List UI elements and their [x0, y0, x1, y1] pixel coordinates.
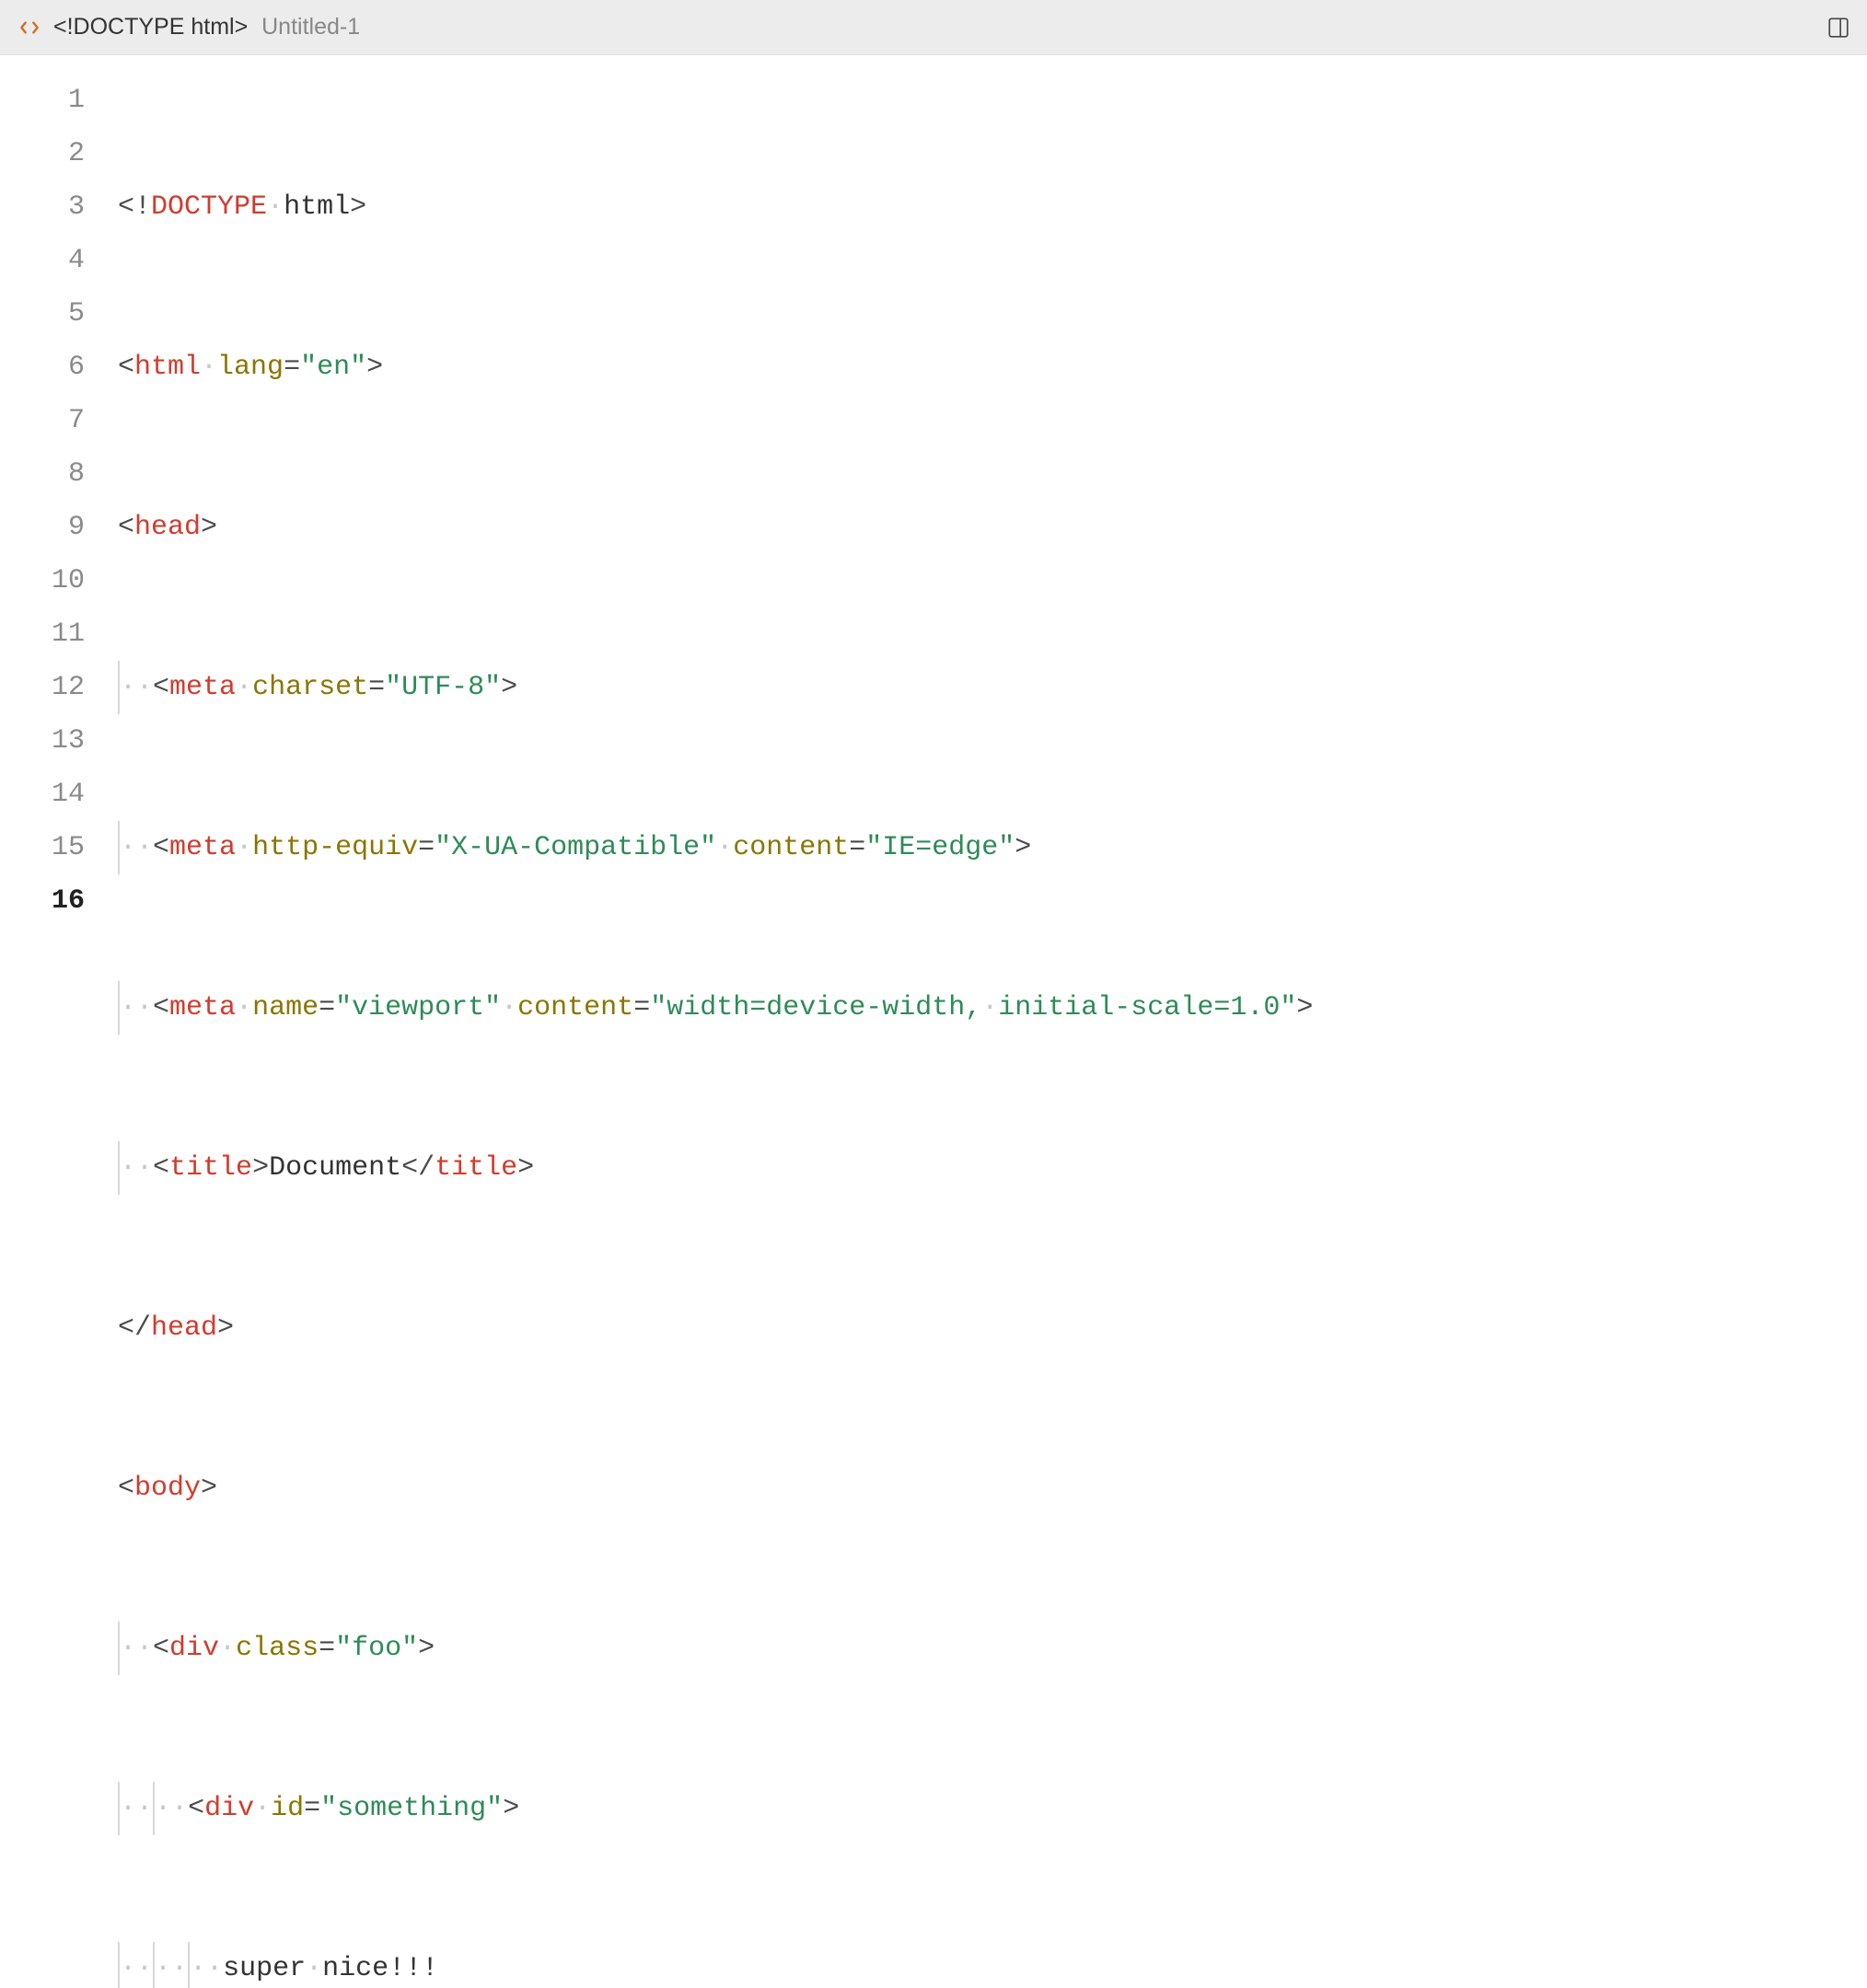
code-line[interactable]: <body>	[118, 1462, 1867, 1515]
code-line[interactable]: ··<meta·http-equiv="X-UA-Compatible"·con…	[118, 821, 1867, 874]
line-number: 9	[0, 501, 85, 554]
tab-doctype-label: <!DOCTYPE html>	[53, 14, 248, 40]
code-line[interactable]: ··<meta·charset="UTF-8">	[118, 661, 1867, 714]
line-number: 3	[0, 180, 85, 234]
line-number: 1	[0, 74, 85, 127]
code-editor[interactable]: 1 2 3 4 5 6 7 8 9 10 11 12 13 14 15 16 <…	[0, 55, 1867, 1988]
line-number: 7	[0, 394, 85, 447]
code-line[interactable]: <!DOCTYPE·html>	[118, 180, 1867, 234]
editor-tab-bar: <!DOCTYPE html> Untitled-1	[0, 0, 1867, 55]
split-editor-icon[interactable]	[1826, 16, 1850, 40]
line-number: 6	[0, 341, 85, 394]
line-number: 12	[0, 661, 85, 714]
code-line[interactable]: </head>	[118, 1301, 1867, 1355]
code-line[interactable]: ··<meta·name="viewport"·content="width=d…	[118, 981, 1867, 1034]
code-line[interactable]: ····<div·id="something">	[118, 1782, 1867, 1835]
line-number: 10	[0, 554, 85, 607]
code-line[interactable]: <head>	[118, 501, 1867, 554]
code-line[interactable]: ······super·nice!!!	[118, 1942, 1867, 1988]
line-number: 14	[0, 768, 85, 821]
code-line[interactable]: ··<div·class="foo">	[118, 1622, 1867, 1675]
active-tab[interactable]: <!DOCTYPE html> Untitled-1	[17, 14, 360, 40]
code-line[interactable]: <html·lang="en">	[118, 341, 1867, 394]
tab-filename: Untitled-1	[261, 14, 360, 40]
line-number: 15	[0, 821, 85, 874]
line-number: 4	[0, 234, 85, 287]
line-number: 8	[0, 447, 85, 501]
line-number-gutter: 1 2 3 4 5 6 7 8 9 10 11 12 13 14 15 16	[0, 74, 118, 1988]
tab-title: <!DOCTYPE html> Untitled-1	[53, 14, 360, 40]
line-number: 2	[0, 127, 85, 180]
line-number: 5	[0, 287, 85, 341]
html-file-icon	[17, 15, 42, 40]
line-number: 16	[0, 874, 85, 928]
line-number: 13	[0, 714, 85, 768]
code-line[interactable]: ··<title>Document</title>	[118, 1141, 1867, 1195]
line-number: 11	[0, 607, 85, 661]
code-content[interactable]: <!DOCTYPE·html> <html·lang="en"> <head> …	[118, 74, 1867, 1988]
